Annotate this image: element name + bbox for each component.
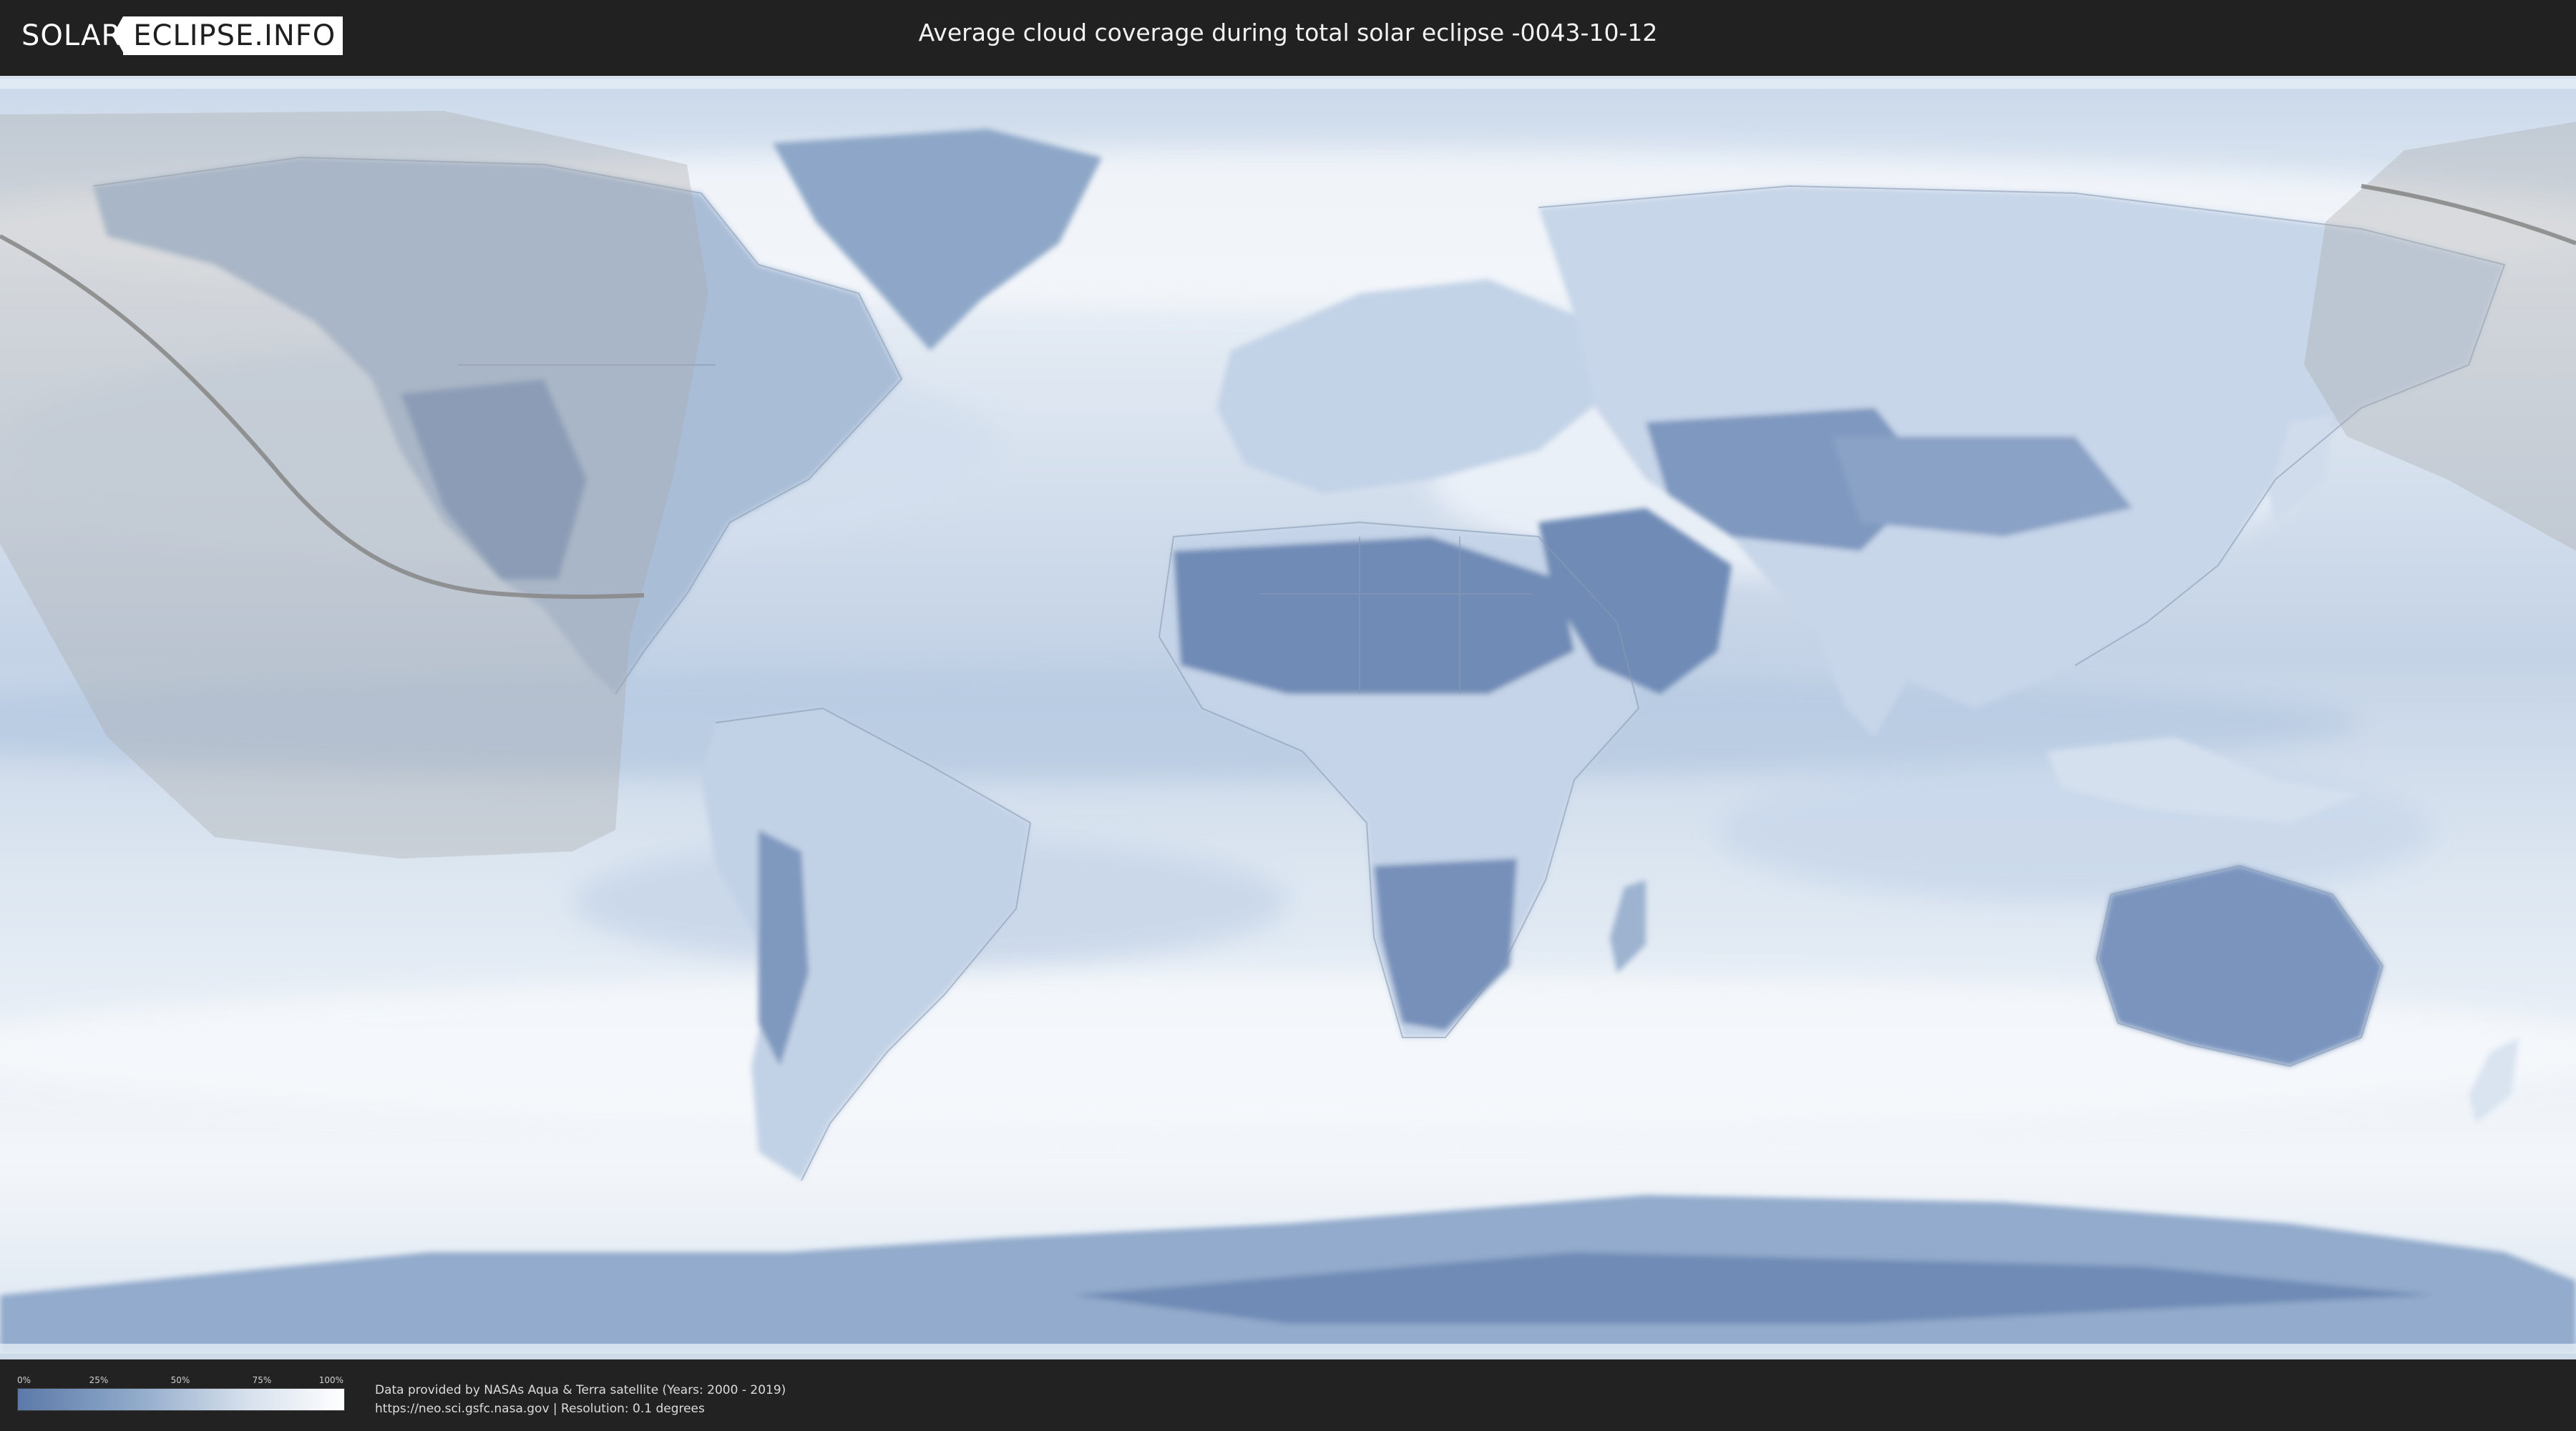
legend-tick-100: 100% [318,1375,343,1385]
legend-tick-75: 75% [252,1375,272,1385]
legend-tick-25: 25% [89,1375,109,1385]
map-top-glow [0,79,2576,89]
legend-color-bar [17,1388,345,1411]
page-title: Average cloud coverage during total sola… [918,19,1658,47]
map-bottom-glow [0,1344,2576,1354]
data-credits: Data provided by NASAs Aqua & Terra sate… [375,1381,786,1418]
legend-ticks: 0% 25% 50% 75% 100% [17,1375,343,1387]
credit-line-source: Data provided by NASAs Aqua & Terra sate… [375,1383,786,1397]
footer-bar: 0% 25% 50% 75% 100% Data provided by NAS… [0,1359,2576,1431]
legend-tick-50: 50% [170,1375,190,1385]
cloud-coverage-map[interactable] [0,76,2576,1362]
cloud-coverage-legend: 0% 25% 50% 75% 100% [17,1375,345,1411]
header-bar: SOLAR ECLIPSE.INFO Average cloud coverag… [0,0,2576,72]
world-map-svg [0,79,2576,1354]
credit-line-url[interactable]: https://neo.sci.gsfc.nasa.gov | Resoluti… [375,1400,786,1418]
legend-tick-0: 0% [17,1375,31,1385]
